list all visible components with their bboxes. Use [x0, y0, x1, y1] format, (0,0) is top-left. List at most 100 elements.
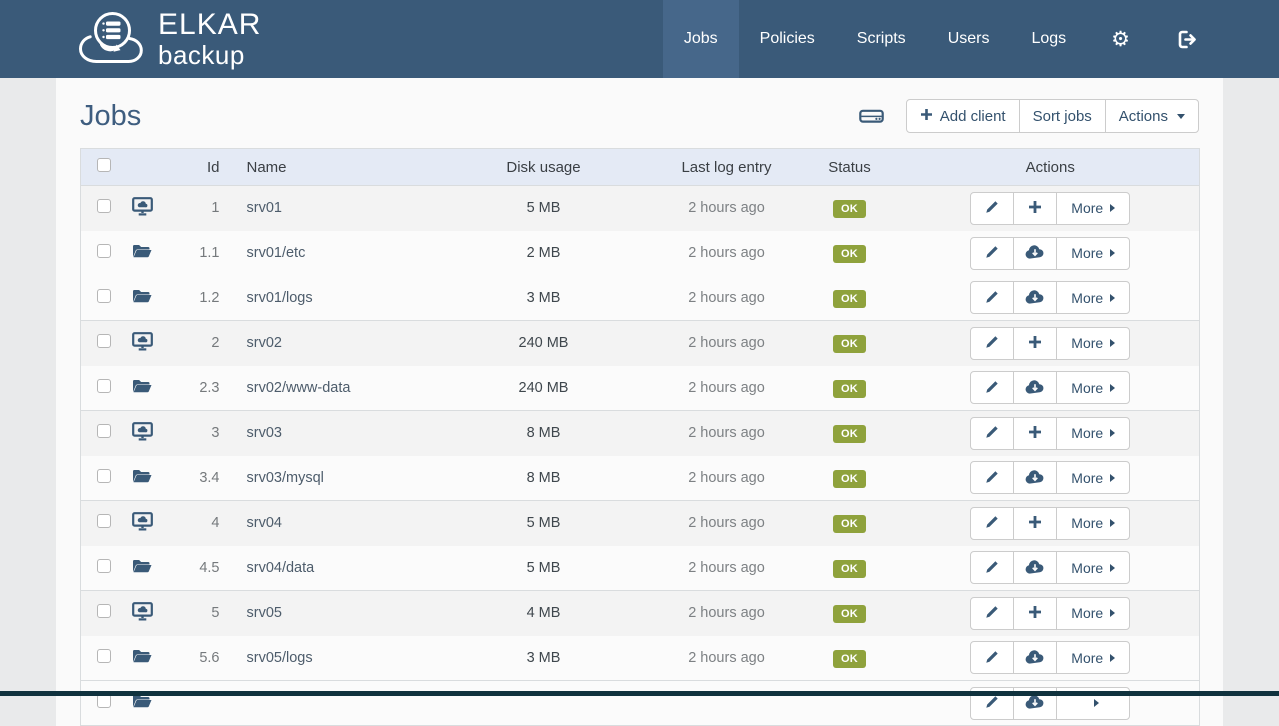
brand-logo[interactable]: ELKAR backup: [56, 0, 261, 78]
more-button[interactable]: More: [1056, 461, 1130, 494]
status-badge: OK: [833, 335, 866, 353]
brand-subname: backup: [158, 42, 261, 68]
edit-button[interactable]: [970, 641, 1014, 674]
more-button[interactable]: More: [1056, 551, 1130, 584]
status-badge: OK: [833, 380, 866, 398]
job-name-link[interactable]: srv04: [247, 515, 282, 531]
edit-button[interactable]: [970, 192, 1014, 225]
edit-button[interactable]: [970, 327, 1014, 360]
row-checkbox[interactable]: [97, 199, 111, 213]
more-button[interactable]: More: [1056, 327, 1130, 360]
edit-button[interactable]: [970, 507, 1014, 540]
status-badge: OK: [833, 470, 866, 488]
restore-button[interactable]: [1013, 461, 1057, 494]
open-folder-icon: [132, 292, 152, 308]
open-folder-icon: [132, 247, 152, 263]
more-button[interactable]: More: [1056, 237, 1130, 270]
job-name-link[interactable]: srv01/logs: [247, 290, 313, 306]
row-last-log-entry: 2 hours ago: [656, 366, 798, 411]
more-button[interactable]: More: [1056, 597, 1130, 630]
row-last-log-entry: 2 hours ago: [656, 636, 798, 681]
row-checkbox[interactable]: [97, 289, 111, 303]
caret-down-icon: [1177, 114, 1185, 119]
nav-item-users[interactable]: Users: [927, 0, 1011, 78]
restore-button[interactable]: [1013, 371, 1057, 404]
row-checkbox[interactable]: [97, 604, 111, 618]
status-badge: OK: [833, 560, 866, 578]
job-name-link[interactable]: srv05: [247, 605, 282, 621]
table-row: 1 srv01 5 MB 2 hours ago OK: [81, 186, 1200, 231]
row-disk-usage: [432, 681, 656, 726]
row-checkbox[interactable]: [97, 244, 111, 258]
logout-sign-out-icon[interactable]: [1154, 0, 1223, 78]
restore-button[interactable]: [1013, 641, 1057, 674]
table-row: 1.2 srv01/logs 3 MB 2 hours ago OK: [81, 276, 1200, 321]
add-job-button[interactable]: [1013, 597, 1057, 630]
header-last-log-entry: Last log entry: [656, 149, 798, 186]
cloud-download-icon: [1025, 649, 1045, 667]
add-job-plus-icon: [1028, 425, 1042, 442]
job-name-link[interactable]: srv03: [247, 425, 282, 441]
job-name-link[interactable]: srv01: [247, 200, 282, 216]
nav-item-scripts[interactable]: Scripts: [836, 0, 927, 78]
edit-button[interactable]: [970, 237, 1014, 270]
hard-drive-icon[interactable]: [859, 105, 884, 127]
job-name-link[interactable]: srv04/data: [247, 560, 315, 576]
table-row: 3 srv03 8 MB 2 hours ago OK: [81, 411, 1200, 456]
caret-right-icon: [1110, 294, 1115, 302]
row-checkbox[interactable]: [97, 649, 111, 663]
row-id: 5.6: [179, 636, 234, 681]
nav-item-jobs[interactable]: Jobs: [663, 0, 739, 78]
sort-jobs-button[interactable]: Sort jobs: [1019, 99, 1106, 133]
cloud-download-icon: [1025, 379, 1045, 397]
edit-button[interactable]: [970, 371, 1014, 404]
job-name-link[interactable]: srv01/etc: [247, 245, 306, 261]
more-button[interactable]: More: [1056, 641, 1130, 674]
select-all-checkbox[interactable]: [97, 158, 111, 172]
pencil-icon: [985, 379, 1000, 397]
settings-gear-icon[interactable]: ⚙: [1087, 0, 1154, 78]
row-actions-group: More: [970, 327, 1130, 360]
restore-button[interactable]: [1013, 281, 1057, 314]
more-button[interactable]: More: [1056, 371, 1130, 404]
add-job-button[interactable]: [1013, 417, 1057, 450]
add-job-button[interactable]: [1013, 327, 1057, 360]
edit-button[interactable]: [970, 281, 1014, 314]
nav-item-policies[interactable]: Policies: [739, 0, 836, 78]
add-job-button[interactable]: [1013, 507, 1057, 540]
edit-button[interactable]: [970, 551, 1014, 584]
add-job-button[interactable]: [1013, 192, 1057, 225]
edit-button[interactable]: [970, 417, 1014, 450]
more-button[interactable]: More: [1056, 192, 1130, 225]
nav-item-logs[interactable]: Logs: [1010, 0, 1087, 78]
actions-dropdown-button[interactable]: Actions: [1105, 99, 1199, 133]
row-checkbox[interactable]: [97, 559, 111, 573]
row-checkbox[interactable]: [97, 379, 111, 393]
row-actions-group: More: [970, 237, 1130, 270]
caret-right-icon: [1110, 654, 1115, 662]
restore-button[interactable]: [1013, 551, 1057, 584]
job-name-link[interactable]: srv02: [247, 335, 282, 351]
row-checkbox[interactable]: [97, 514, 111, 528]
desktop-cloud-icon: [132, 204, 153, 220]
edit-button[interactable]: [970, 461, 1014, 494]
row-checkbox[interactable]: [97, 334, 111, 348]
caret-right-icon: [1110, 339, 1115, 347]
row-id: 4.5: [179, 546, 234, 591]
add-client-button[interactable]: Add client: [906, 99, 1020, 133]
job-name-link[interactable]: srv03/mysql: [247, 470, 324, 486]
more-button[interactable]: More: [1056, 507, 1130, 540]
row-checkbox[interactable]: [97, 424, 111, 438]
edit-button[interactable]: [970, 597, 1014, 630]
page-title: Jobs: [80, 100, 141, 133]
more-button[interactable]: More: [1056, 281, 1130, 314]
restore-button[interactable]: [1013, 237, 1057, 270]
job-name-link[interactable]: srv05/logs: [247, 650, 313, 666]
row-checkbox[interactable]: [97, 469, 111, 483]
more-button[interactable]: More: [1056, 417, 1130, 450]
desktop-cloud-icon: [132, 609, 153, 625]
row-checkbox[interactable]: [97, 694, 111, 708]
job-name-link[interactable]: srv02/www-data: [247, 380, 351, 396]
row-last-log-entry: 2 hours ago: [656, 501, 798, 546]
row-disk-usage: 8 MB: [432, 456, 656, 501]
